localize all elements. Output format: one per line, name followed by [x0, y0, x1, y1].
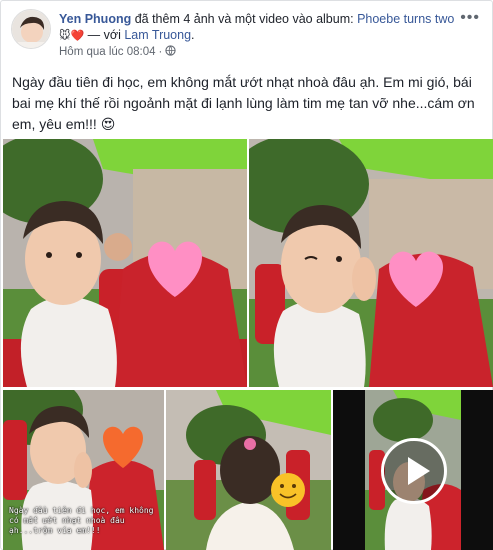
author-avatar[interactable] — [11, 9, 51, 49]
post-meta: Hôm qua lúc 08:04 · — [59, 45, 177, 59]
album-photo-2[interactable] — [249, 139, 493, 387]
with-text: — với — [84, 28, 125, 42]
album-photo-3[interactable]: Ngày đầu tiên đi học, em không có mắt ướ… — [3, 390, 164, 550]
feed-post: Yen Phuong đã thêm 4 ảnh và một video và… — [0, 0, 493, 550]
author-name[interactable]: Yen Phuong — [59, 12, 131, 26]
meta-separator: · — [158, 46, 163, 58]
album-emoji: 🐭❤️ — [59, 29, 85, 42]
photo-overlay-text: Ngày đầu tiên đi học, em không có mắt ướ… — [9, 506, 154, 535]
post-timestamp[interactable]: Hôm qua lúc 08:04 — [59, 46, 156, 58]
album-photo-1[interactable] — [3, 139, 247, 387]
album-link[interactable]: Phoebe turns two — [357, 12, 454, 26]
globe-icon[interactable] — [165, 45, 177, 59]
post-caption: Ngày đầu tiên đi học, em không mắt ướt n… — [12, 72, 482, 135]
heart-eyes-emoji: 😍 — [100, 116, 116, 132]
caption-text: Ngày đầu tiên đi học, em không mắt ướt n… — [12, 74, 475, 132]
album-photo-4[interactable] — [166, 390, 331, 550]
tagged-person-link[interactable]: Lam Truong — [124, 28, 191, 42]
album-video[interactable] — [333, 390, 493, 550]
more-options-icon[interactable]: ••• — [460, 9, 480, 27]
action-text: đã thêm 4 ảnh và một video vào album: — [131, 12, 358, 26]
tagged-end: . — [191, 28, 195, 42]
play-icon[interactable] — [381, 438, 447, 504]
post-header: Yen Phuong đã thêm 4 ảnh và một video và… — [59, 11, 459, 44]
